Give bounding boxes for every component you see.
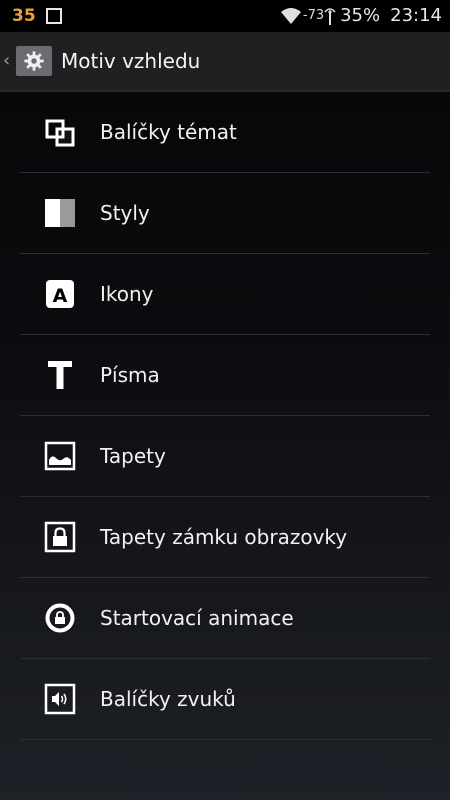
menu-item-theme-packs[interactable]: Balíčky témat [20, 92, 430, 173]
fonts-icon [44, 359, 76, 391]
page-title: Motiv vzhledu [61, 49, 201, 73]
menu-item-label: Tapety zámku obrazovky [100, 525, 348, 549]
menu-item-label: Písma [100, 363, 160, 387]
menu-item-label: Tapety [100, 444, 166, 468]
status-bar: 35 -73 35% 23:14 [0, 0, 450, 32]
icons-icon: A [44, 278, 76, 310]
back-chevron-icon[interactable]: ‹ [3, 50, 10, 71]
appearance-menu: Balíčky témat Styly A Ikony Písma Tapety… [20, 92, 430, 740]
system-status: -73 35% 23:14 [280, 5, 442, 26]
action-bar: ‹ Motiv vzhledu [0, 32, 450, 92]
menu-item-lockscreen-wallpapers[interactable]: Tapety zámku obrazovky [20, 497, 430, 578]
settings-gear-icon[interactable] [16, 46, 52, 76]
menu-item-boot-animation[interactable]: Startovací animace [20, 578, 430, 659]
menu-item-label: Ikony [100, 282, 154, 306]
wallpaper-icon [44, 440, 76, 472]
signal-strength: -73 [302, 8, 325, 23]
signal-antenna-icon [324, 7, 336, 25]
sound-packs-icon [44, 683, 76, 715]
menu-item-wallpapers[interactable]: Tapety [20, 416, 430, 497]
menu-item-label: Startovací animace [100, 606, 294, 630]
menu-item-fonts[interactable]: Písma [20, 335, 430, 416]
wifi-icon [280, 7, 301, 24]
menu-item-label: Styly [100, 201, 150, 225]
battery-percent: 35% [340, 5, 381, 26]
menu-item-icons[interactable]: A Ikony [20, 254, 430, 335]
boot-animation-icon [44, 602, 76, 634]
notification-count: 35 [12, 6, 36, 26]
svg-text:A: A [53, 285, 68, 307]
lockscreen-wallpaper-icon [44, 521, 76, 553]
menu-item-label: Balíčky zvuků [100, 687, 236, 711]
menu-item-label: Balíčky témat [100, 120, 237, 144]
styles-icon [44, 197, 76, 229]
theme-packs-icon [44, 116, 76, 148]
notification-area: 35 [12, 6, 62, 26]
menu-item-sound-packs[interactable]: Balíčky zvuků [20, 659, 430, 740]
menu-item-styles[interactable]: Styly [20, 173, 430, 254]
clock: 23:14 [390, 5, 442, 26]
notification-square-icon [45, 8, 62, 24]
